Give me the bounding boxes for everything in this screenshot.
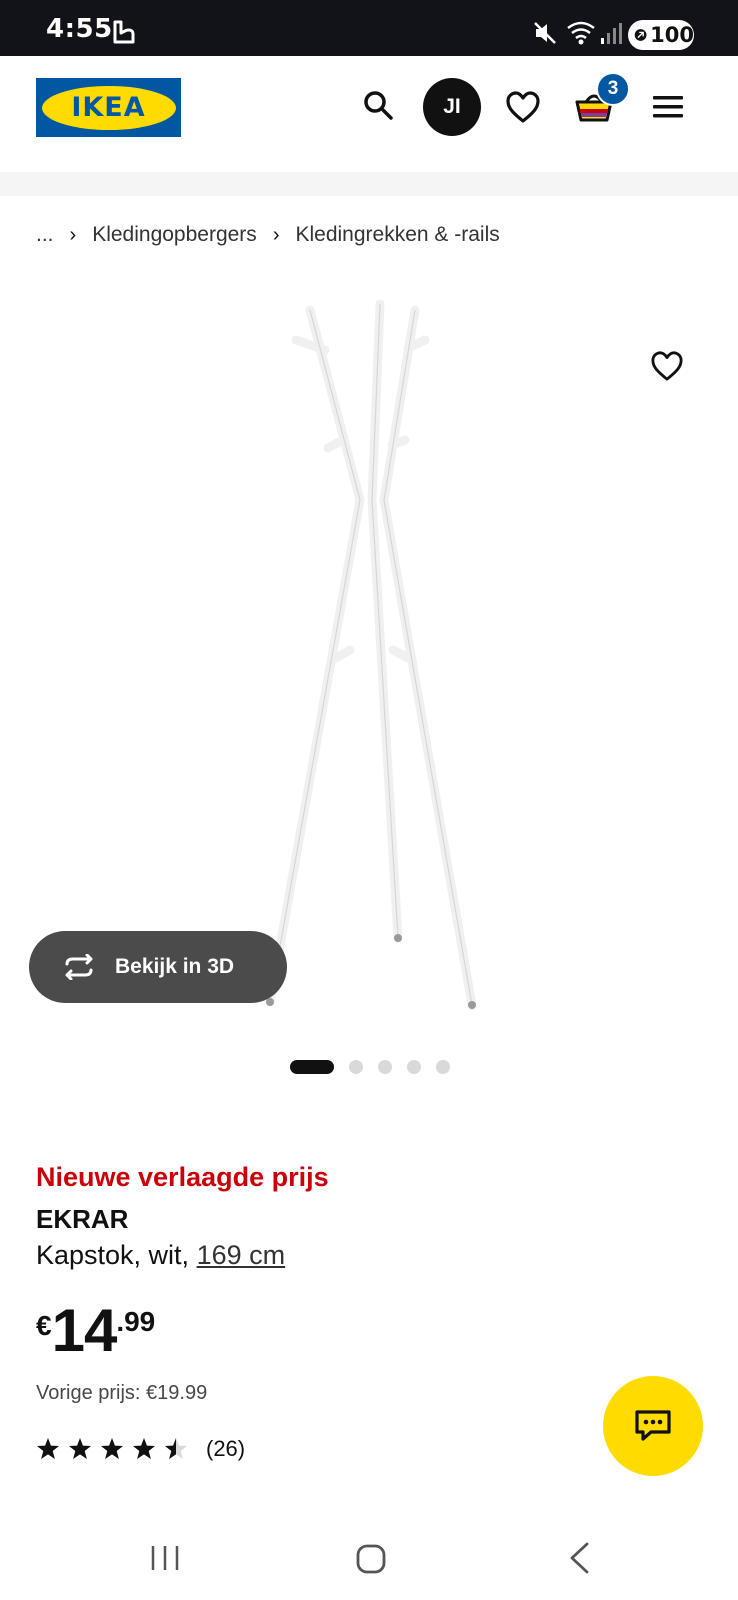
breadcrumb-item-kledingrekken[interactable]: Kledingrekken & -rails: [295, 223, 499, 247]
product-name: EKRAR: [36, 1204, 129, 1234]
chat-icon: [635, 1410, 671, 1441]
product-description: Kapstok, wit, 169 cm: [36, 1240, 285, 1271]
basket-count-badge: 3: [596, 72, 630, 106]
menu-icon[interactable]: [652, 94, 684, 120]
carousel-dot-4[interactable]: [407, 1060, 421, 1074]
price-decimal: .99: [116, 1306, 156, 1337]
price-currency: €: [36, 1310, 52, 1341]
product-description-text: Kapstok, wit,: [36, 1240, 197, 1270]
ikea-logo[interactable]: IKEA: [36, 78, 181, 137]
signal-icon: [601, 23, 622, 44]
status-bar: 4:55 100: [0, 0, 738, 56]
heart-icon[interactable]: [505, 90, 541, 124]
battery-level: 100: [650, 23, 694, 47]
breadcrumb: ... › Kledingopbergers › Kledingrekken &…: [36, 218, 500, 252]
carousel-dot-5[interactable]: [436, 1060, 450, 1074]
battery-saver-icon: [634, 29, 647, 41]
product-price: € 14 .99: [36, 1300, 155, 1362]
chat-button[interactable]: [603, 1376, 703, 1476]
product-image[interactable]: [0, 290, 738, 1030]
breadcrumb-ellipsis[interactable]: ...: [36, 223, 54, 247]
home-icon[interactable]: [356, 1544, 386, 1574]
status-time: 4:55: [46, 14, 113, 44]
view-in-3d-button[interactable]: Bekijk in 3D: [29, 931, 287, 1003]
carousel-dot-3[interactable]: [378, 1060, 392, 1074]
product-size-link[interactable]: 169 cm: [197, 1240, 286, 1270]
mute-icon: [534, 22, 556, 44]
star-icon: [69, 1438, 91, 1459]
image-carousel-dots: [290, 1060, 465, 1074]
account-avatar[interactable]: JI: [423, 78, 481, 136]
price-tag-label: Nieuwe verlaagde prijs: [36, 1162, 329, 1192]
search-icon[interactable]: [362, 89, 394, 121]
breadcrumb-item-kledingopbergers[interactable]: Kledingopbergers: [92, 223, 257, 247]
previous-price: Vorige prijs: €19.99: [36, 1382, 208, 1404]
system-navigation-bar: [0, 1518, 738, 1600]
product-rating[interactable]: (26): [36, 1436, 245, 1462]
star-icon: [101, 1438, 123, 1459]
site-header: IKEA JI 3: [0, 56, 738, 172]
carousel-dot-2[interactable]: [349, 1060, 363, 1074]
view-in-3d-label: Bekijk in 3D: [115, 955, 235, 978]
carousel-dot-1[interactable]: [290, 1060, 334, 1074]
recent-apps-icon[interactable]: [150, 1544, 180, 1572]
star-icon: [133, 1438, 155, 1459]
ikea-logo-oval: IKEA: [41, 85, 176, 130]
header-divider-band: [0, 172, 738, 196]
rating-stars: [37, 1438, 186, 1459]
wifi-icon: [567, 21, 595, 45]
ikea-logo-text: IKEA: [71, 92, 146, 123]
back-icon[interactable]: [568, 1542, 590, 1574]
breadcrumb-separator: ›: [69, 223, 77, 246]
app-notification-icon: [113, 20, 135, 44]
breadcrumb-separator: ›: [272, 223, 280, 246]
review-count: (26): [206, 1436, 246, 1461]
battery-indicator: 100: [628, 20, 694, 50]
price-integer: 14: [51, 1297, 118, 1364]
rotate-3d-icon: [65, 954, 93, 980]
star-icon: [37, 1438, 59, 1459]
save-favourite-icon[interactable]: [650, 350, 684, 382]
